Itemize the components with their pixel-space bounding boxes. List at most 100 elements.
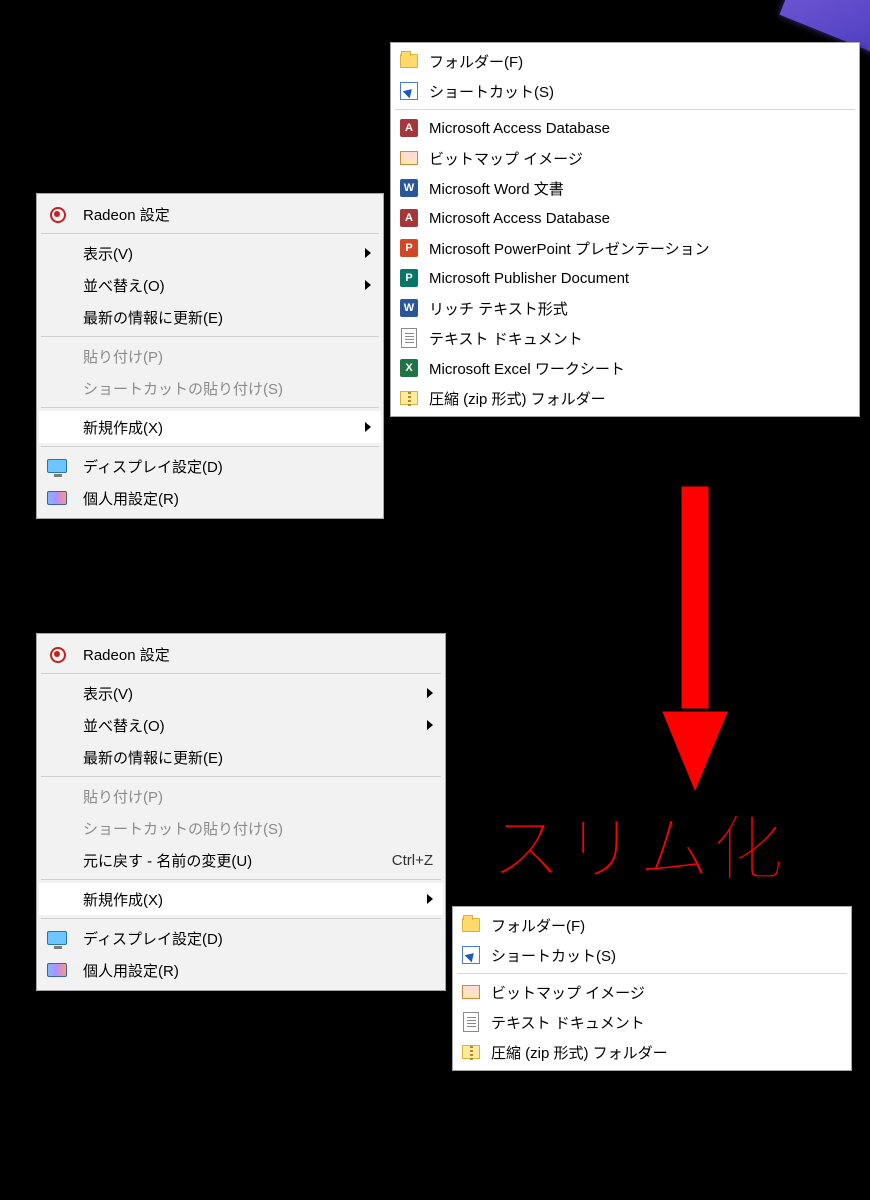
menu-item-paste: 貼り付け(P) (39, 340, 381, 372)
menu-label: ショートカットの貼り付け(S) (77, 818, 433, 839)
menu-item-sort[interactable]: 並べ替え(O) (39, 269, 381, 301)
menu-item-sort[interactable]: 並べ替え(O) (39, 709, 443, 741)
submenu-item-rtf[interactable]: W リッチ テキスト形式 (393, 293, 857, 323)
menu-label: 表示(V) (77, 683, 411, 704)
submenu-label: Microsoft Publisher Document (429, 270, 629, 287)
submenu-label: Microsoft Word 文書 (429, 178, 564, 199)
menu-item-refresh[interactable]: 最新の情報に更新(E) (39, 301, 381, 333)
menu-label: 個人用設定(R) (77, 960, 433, 981)
personalize-icon (45, 958, 69, 982)
menu-label: 元に戻す - 名前の変更(U) (77, 850, 370, 871)
menu-item-view[interactable]: 表示(V) (39, 677, 443, 709)
bitmap-icon (399, 148, 419, 168)
monitor-icon (45, 926, 69, 950)
submenu-item-bitmap[interactable]: ビットマップ イメージ (393, 143, 857, 173)
menu-item-display-settings[interactable]: ディスプレイ設定(D) (39, 922, 443, 954)
submenu-label: フォルダー(F) (491, 915, 585, 936)
shortcut-icon (399, 81, 419, 101)
menu-label: 並べ替え(O) (77, 715, 411, 736)
new-submenu-full: フォルダー(F) ショートカット(S) A Microsoft Access D… (390, 42, 860, 417)
submenu-label: ビットマップ イメージ (429, 148, 583, 169)
separator (41, 407, 379, 408)
separator (41, 673, 441, 674)
menu-label: 並べ替え(O) (77, 275, 349, 296)
submenu-item-publisher[interactable]: P Microsoft Publisher Document (393, 263, 857, 293)
submenu-label: テキスト ドキュメント (491, 1012, 645, 1033)
menu-label: Radeon 設定 (77, 204, 371, 225)
submenu-item-excel[interactable]: X Microsoft Excel ワークシート (393, 353, 857, 383)
menu-label: 最新の情報に更新(E) (77, 307, 371, 328)
submenu-label: Microsoft Access Database (429, 120, 610, 137)
text-file-icon (461, 1012, 481, 1032)
menu-label: 新規作成(X) (77, 889, 411, 910)
powerpoint-icon: P (399, 238, 419, 258)
submenu-item-text[interactable]: テキスト ドキュメント (455, 1007, 849, 1037)
text-file-icon (399, 328, 419, 348)
submenu-item-bitmap[interactable]: ビットマップ イメージ (455, 977, 849, 1007)
annotation-label: スリム化 (490, 790, 786, 895)
access-icon: A (399, 208, 419, 228)
separator (41, 918, 441, 919)
submenu-label: Microsoft Excel ワークシート (429, 358, 625, 379)
submenu-item-shortcut[interactable]: ショートカット(S) (455, 940, 849, 970)
submenu-label: Microsoft PowerPoint プレゼンテーション (429, 238, 710, 259)
menu-label: 貼り付け(P) (77, 346, 371, 367)
personalize-icon (45, 486, 69, 510)
menu-label: Radeon 設定 (77, 644, 433, 665)
menu-item-personalize[interactable]: 個人用設定(R) (39, 954, 443, 986)
submenu-item-zip[interactable]: 圧縮 (zip 形式) フォルダー (455, 1037, 849, 1067)
separator (457, 973, 847, 974)
transition-arrow-icon (650, 485, 740, 805)
submenu-label: リッチ テキスト形式 (429, 298, 568, 319)
submenu-item-powerpoint[interactable]: P Microsoft PowerPoint プレゼンテーション (393, 233, 857, 263)
separator (41, 233, 379, 234)
separator (41, 446, 379, 447)
menu-item-paste: 貼り付け(P) (39, 780, 443, 812)
excel-icon: X (399, 358, 419, 378)
folder-icon (399, 51, 419, 71)
menu-label: 表示(V) (77, 243, 349, 264)
submenu-arrow-icon (357, 419, 371, 436)
submenu-label: フォルダー(F) (429, 51, 523, 72)
word-icon: W (399, 178, 419, 198)
submenu-item-folder[interactable]: フォルダー(F) (393, 46, 857, 76)
menu-item-radeon[interactable]: Radeon 設定 (39, 638, 443, 670)
submenu-item-text[interactable]: テキスト ドキュメント (393, 323, 857, 353)
menu-label: 最新の情報に更新(E) (77, 747, 433, 768)
menu-item-radeon[interactable]: Radeon 設定 (39, 198, 381, 230)
menu-item-new[interactable]: 新規作成(X) (39, 411, 381, 443)
zip-folder-icon (399, 388, 419, 408)
bitmap-icon (461, 982, 481, 1002)
menu-item-new[interactable]: 新規作成(X) (39, 883, 443, 915)
menu-label: 新規作成(X) (77, 417, 349, 438)
menu-label: 個人用設定(R) (77, 488, 371, 509)
menu-item-undo[interactable]: 元に戻す - 名前の変更(U) Ctrl+Z (39, 844, 443, 876)
menu-label: ディスプレイ設定(D) (77, 456, 371, 477)
submenu-item-zip[interactable]: 圧縮 (zip 形式) フォルダー (393, 383, 857, 413)
radeon-icon (45, 202, 69, 226)
separator (41, 776, 441, 777)
separator (41, 879, 441, 880)
submenu-label: ビットマップ イメージ (491, 982, 645, 1003)
submenu-item-access[interactable]: A Microsoft Access Database (393, 113, 857, 143)
submenu-item-word[interactable]: W Microsoft Word 文書 (393, 173, 857, 203)
rtf-icon: W (399, 298, 419, 318)
submenu-label: 圧縮 (zip 形式) フォルダー (429, 388, 606, 409)
submenu-label: ショートカット(S) (491, 945, 616, 966)
submenu-arrow-icon (419, 685, 433, 702)
submenu-label: ショートカット(S) (429, 81, 554, 102)
menu-item-personalize[interactable]: 個人用設定(R) (39, 482, 381, 514)
submenu-item-shortcut[interactable]: ショートカット(S) (393, 76, 857, 106)
submenu-label: 圧縮 (zip 形式) フォルダー (491, 1042, 668, 1063)
menu-label: ディスプレイ設定(D) (77, 928, 433, 949)
menu-item-refresh[interactable]: 最新の情報に更新(E) (39, 741, 443, 773)
publisher-icon: P (399, 268, 419, 288)
menu-item-display-settings[interactable]: ディスプレイ設定(D) (39, 450, 381, 482)
submenu-arrow-icon (419, 717, 433, 734)
menu-label: ショートカットの貼り付け(S) (77, 378, 371, 399)
submenu-item-access[interactable]: A Microsoft Access Database (393, 203, 857, 233)
submenu-item-folder[interactable]: フォルダー(F) (455, 910, 849, 940)
menu-label: 貼り付け(P) (77, 786, 433, 807)
folder-icon (461, 915, 481, 935)
menu-item-view[interactable]: 表示(V) (39, 237, 381, 269)
